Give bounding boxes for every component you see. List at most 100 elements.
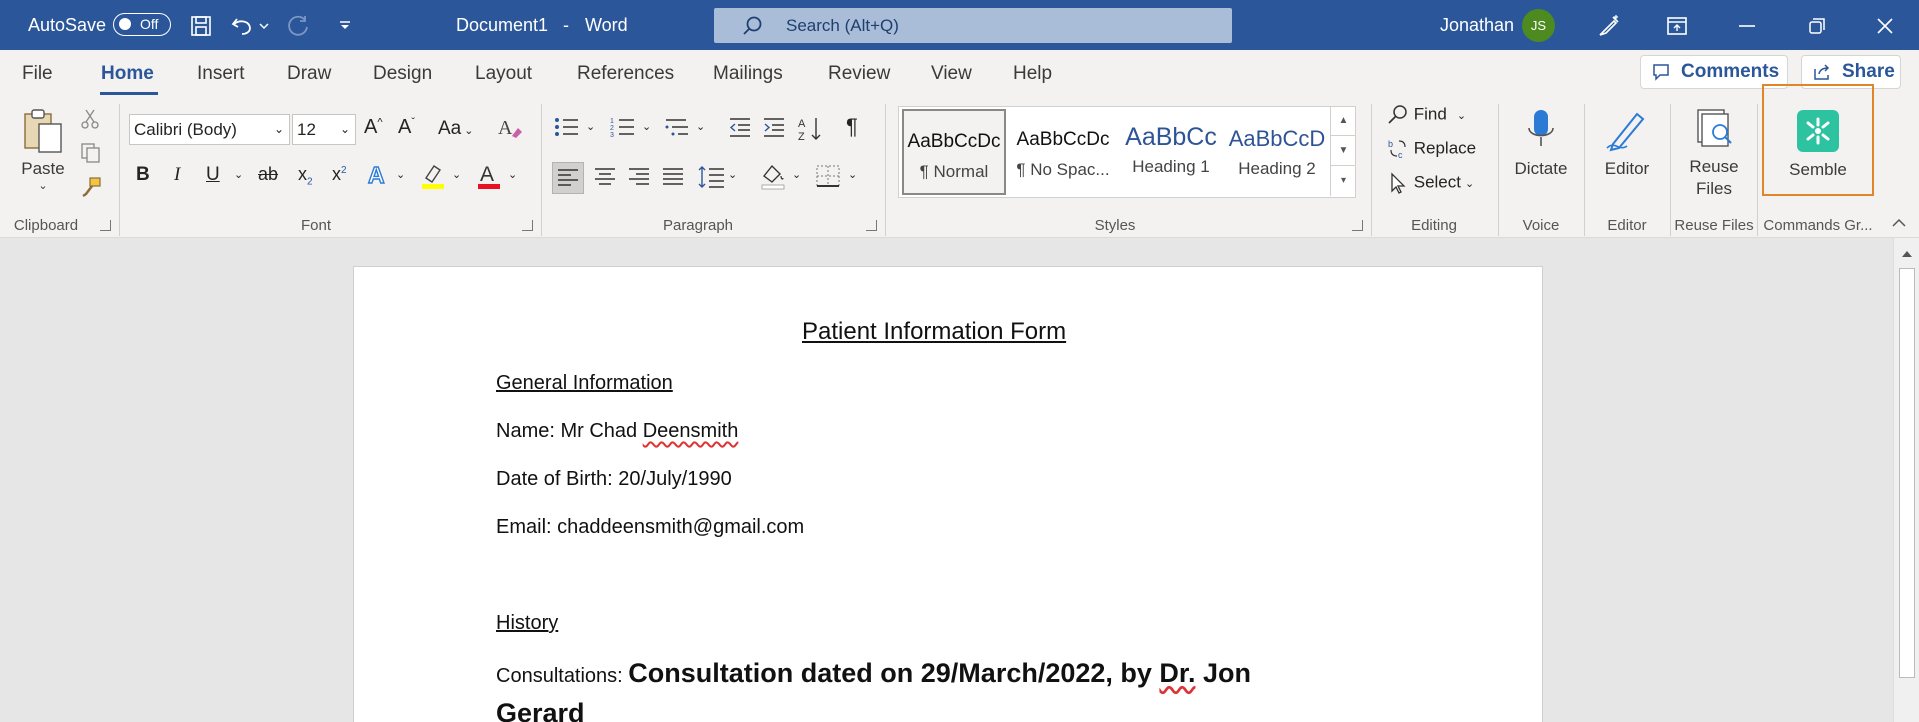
numbering-dropdown-icon[interactable]: ⌄ — [642, 120, 651, 133]
avatar[interactable]: JS — [1522, 9, 1555, 42]
search-box[interactable]: Search (Alt+Q) — [714, 8, 1232, 43]
editor-pen-icon — [1606, 112, 1645, 152]
format-painter-icon[interactable] — [80, 176, 102, 203]
tab-review[interactable]: Review — [828, 50, 890, 98]
tab-file[interactable]: File — [22, 50, 53, 98]
tab-mailings[interactable]: Mailings — [713, 50, 783, 98]
decrease-indent-icon[interactable] — [728, 116, 752, 143]
editor-group-label: Editor — [1607, 217, 1647, 234]
bullets-dropdown-icon[interactable]: ⌄ — [586, 120, 595, 133]
tab-draw[interactable]: Draw — [287, 50, 331, 98]
shading-icon[interactable] — [760, 162, 786, 195]
font-color-dropdown-icon[interactable]: ⌄ — [508, 168, 517, 181]
shrink-font-icon[interactable]: Aˇ — [398, 116, 415, 139]
undo-icon[interactable] — [230, 13, 256, 39]
increase-indent-icon[interactable] — [762, 116, 786, 143]
doc-name-last: Deensmith — [642, 420, 739, 442]
align-left-icon[interactable] — [552, 162, 584, 194]
select-button[interactable]: Select ⌄ — [1387, 172, 1474, 194]
italic-icon[interactable]: I — [174, 164, 180, 186]
line-spacing-dropdown-icon[interactable]: ⌄ — [728, 168, 737, 181]
collapse-ribbon-icon[interactable] — [1892, 216, 1906, 231]
superscript-icon[interactable]: x2 — [332, 164, 347, 185]
underline-icon[interactable]: U — [206, 164, 220, 186]
borders-dropdown-icon[interactable]: ⌄ — [848, 168, 857, 181]
tab-references[interactable]: References — [577, 50, 674, 98]
cut-icon[interactable] — [80, 108, 100, 135]
style-heading-1[interactable]: AaBbCc Heading 1 — [1119, 109, 1223, 195]
autosave-toggle[interactable]: Off — [113, 13, 171, 36]
group-separator — [119, 104, 120, 236]
tab-insert[interactable]: Insert — [197, 50, 245, 98]
change-case-button[interactable]: Aa ⌄ — [438, 118, 474, 140]
shading-dropdown-icon[interactable]: ⌄ — [792, 168, 801, 181]
align-center-icon[interactable] — [590, 162, 620, 197]
paste-dropdown-icon[interactable]: ⌄ — [18, 179, 68, 192]
paste-button[interactable]: Paste ⌄ — [18, 106, 68, 192]
scroll-thumb[interactable] — [1899, 268, 1915, 678]
minimize-icon[interactable] — [1734, 13, 1760, 39]
grow-font-icon[interactable]: A^ — [364, 116, 383, 139]
paste-icon — [24, 109, 62, 153]
tab-view[interactable]: View — [931, 50, 972, 98]
line-spacing-icon[interactable] — [698, 164, 726, 195]
font-family-select[interactable]: Calibri (Body) ⌄ — [129, 114, 290, 145]
highlight-dropdown-icon[interactable]: ⌄ — [452, 168, 461, 181]
subscript-icon[interactable]: x2 — [298, 164, 313, 188]
active-tab-indicator — [100, 92, 158, 95]
text-effects-dropdown-icon[interactable]: ⌄ — [396, 168, 405, 181]
clipboard-launcher-icon[interactable] — [100, 220, 111, 231]
customize-toolbar-icon[interactable] — [332, 13, 358, 39]
justify-icon[interactable] — [658, 162, 688, 197]
tab-design[interactable]: Design — [373, 50, 432, 98]
text-effects-icon[interactable]: A — [366, 161, 390, 193]
ribbon-display-icon[interactable] — [1664, 13, 1690, 39]
replace-button[interactable]: bc Replace — [1387, 138, 1476, 160]
sort-icon[interactable]: AZ — [798, 116, 826, 147]
editor-button[interactable]: Editor — [1594, 106, 1660, 179]
style-heading-2[interactable]: AaBbCcD Heading 2 — [1225, 109, 1329, 195]
tab-layout[interactable]: Layout — [475, 50, 532, 98]
bullets-icon[interactable] — [554, 116, 580, 143]
redo-icon[interactable] — [286, 13, 312, 39]
highlight-icon[interactable] — [420, 162, 446, 195]
style-no-spacing[interactable]: AaBbCcDc ¶ No Spac... — [1011, 109, 1115, 195]
underline-dropdown-icon[interactable]: ⌄ — [234, 168, 243, 181]
numbering-icon[interactable]: 123 — [610, 116, 636, 143]
align-right-icon[interactable] — [624, 162, 654, 197]
group-separator — [1584, 104, 1585, 236]
save-icon[interactable] — [188, 13, 214, 39]
reuse-files-button[interactable]: Reuse Files — [1678, 106, 1750, 199]
designer-pen-icon[interactable] — [1596, 13, 1622, 39]
strikethrough-icon[interactable]: ab — [258, 164, 278, 185]
style-normal[interactable]: AaBbCcDc ¶ Normal — [902, 109, 1006, 195]
paragraph-launcher-icon[interactable] — [866, 220, 877, 231]
tab-help[interactable]: Help — [1013, 50, 1052, 98]
replace-label: Replace — [1413, 138, 1477, 158]
show-formatting-icon[interactable]: ¶ — [846, 114, 858, 140]
clear-formatting-icon[interactable]: A — [496, 116, 524, 145]
find-button[interactable]: Find ⌄ — [1387, 104, 1466, 126]
copy-icon[interactable] — [80, 142, 102, 169]
restore-icon[interactable] — [1804, 13, 1830, 39]
scroll-up-icon[interactable] — [1901, 246, 1913, 264]
styles-more-icon[interactable]: ▾ — [1330, 166, 1356, 196]
undo-dropdown-icon[interactable] — [256, 13, 272, 39]
close-icon[interactable] — [1872, 13, 1898, 39]
styles-launcher-icon[interactable] — [1352, 220, 1363, 231]
styles-scroll-up-icon[interactable]: ▲ — [1330, 106, 1356, 136]
font-launcher-icon[interactable] — [522, 220, 533, 231]
multilevel-list-icon[interactable] — [664, 116, 690, 143]
dictate-button[interactable]: Dictate — [1508, 106, 1574, 179]
tab-home[interactable]: Home — [101, 50, 154, 98]
ribbon: Paste ⌄ Clipboard Calibri (Body) ⌄ 12 ⌄ A^… — [0, 98, 1919, 238]
multilevel-dropdown-icon[interactable]: ⌄ — [696, 120, 705, 133]
styles-scroll-down-icon[interactable]: ▼ — [1330, 136, 1356, 166]
group-separator — [1371, 104, 1372, 236]
bold-icon[interactable]: B — [136, 164, 150, 186]
font-size-select[interactable]: 12 ⌄ — [292, 114, 356, 145]
vertical-scrollbar[interactable] — [1893, 238, 1919, 722]
font-color-icon[interactable]: A — [476, 162, 502, 195]
borders-icon[interactable] — [814, 162, 842, 195]
paste-label: Paste — [21, 159, 65, 178]
